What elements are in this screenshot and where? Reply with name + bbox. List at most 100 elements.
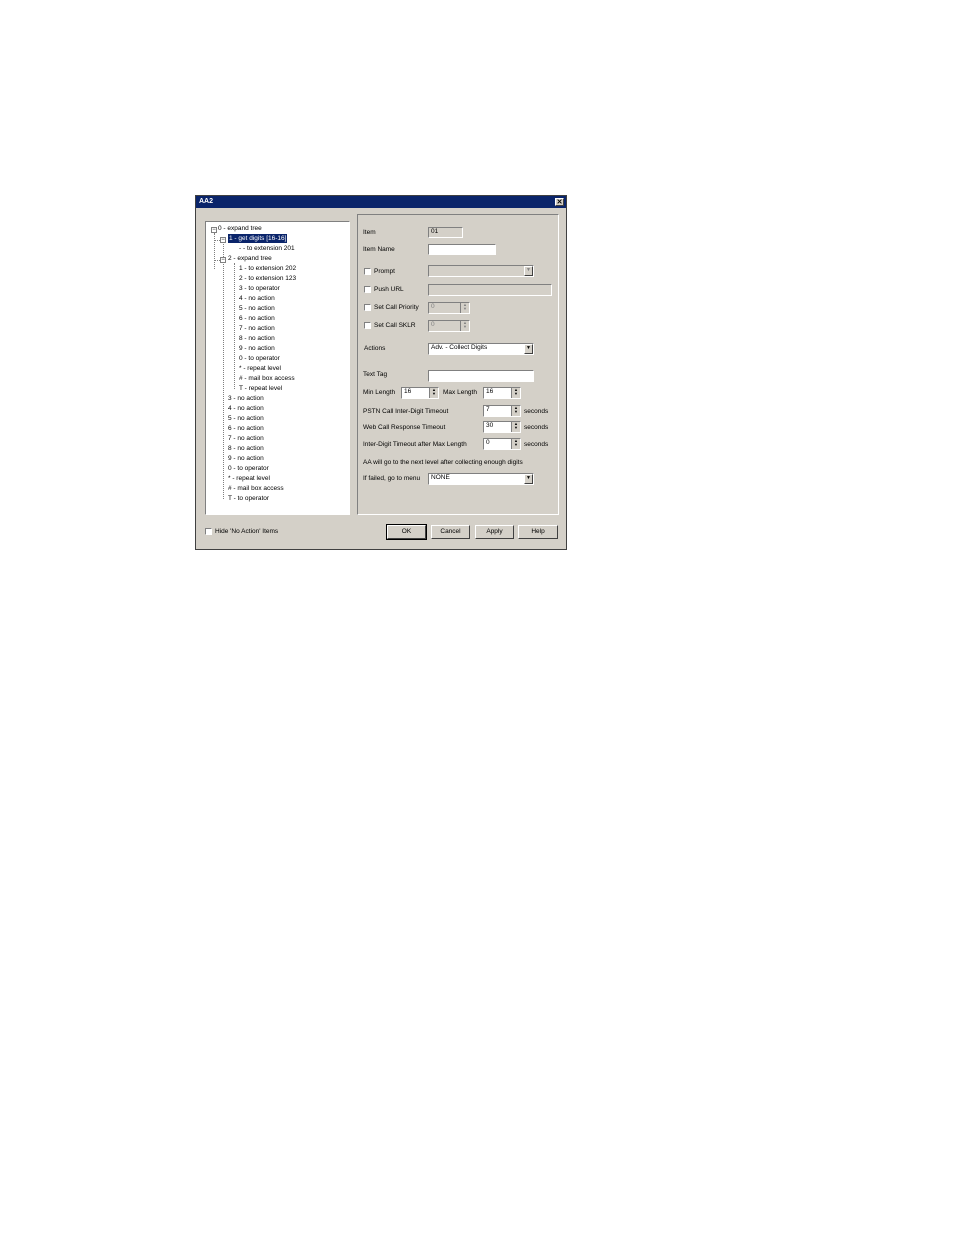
prompt-label: Prompt xyxy=(374,268,395,275)
pstn-timeout-stepper[interactable]: 7 ▲ ▼ xyxy=(483,405,521,417)
spin-arrows-icon[interactable]: ▲ ▼ xyxy=(511,388,520,398)
close-button[interactable]: ✕ xyxy=(555,198,564,206)
window-title: AA2 xyxy=(199,198,214,205)
tree-item-root[interactable]: 0 - expand tree xyxy=(218,224,262,233)
tree-connector xyxy=(234,263,235,389)
push-url-checkbox[interactable] xyxy=(364,286,371,293)
tree-item[interactable]: 4 - no action xyxy=(239,294,275,303)
spin-arrows-icon[interactable]: ▲ ▼ xyxy=(511,439,520,449)
tree-item[interactable]: 1 - to extension 202 xyxy=(239,264,296,273)
seconds-unit: seconds xyxy=(524,424,549,431)
spin-arrows-icon[interactable]: ▲ ▼ xyxy=(460,321,469,331)
if-failed-select[interactable]: NONE ▼ xyxy=(428,473,534,485)
stepper-value: 30 xyxy=(486,422,494,429)
hide-no-action-label: Hide 'No Action' Items xyxy=(215,528,279,535)
max-length-stepper[interactable]: 16 ▲ ▼ xyxy=(483,387,521,399)
tree-item[interactable]: 6 - no action xyxy=(239,314,275,323)
push-url-label: Push URL xyxy=(374,286,404,293)
collapse-icon[interactable]: − xyxy=(220,237,226,243)
actions-label: Actions xyxy=(364,345,386,352)
tree-item[interactable]: * - repeat level xyxy=(239,364,281,373)
if-failed-label: If failed, go to menu xyxy=(363,475,421,482)
stepper-value: 0 xyxy=(486,439,490,446)
stepper-value: 0 xyxy=(431,303,435,310)
set-call-sklr-stepper[interactable]: 0 ▲ ▼ xyxy=(428,320,470,332)
tree-item[interactable]: 9 - no action xyxy=(228,454,264,463)
tree-item[interactable]: 0 - to operator xyxy=(228,464,269,473)
min-length-label: Min Length xyxy=(363,389,396,396)
tree-item[interactable]: 8 - no action xyxy=(239,334,275,343)
tree-item-selected[interactable]: 1 - get digits [16-16] xyxy=(228,234,288,243)
text-tag-input[interactable] xyxy=(428,370,534,382)
help-button[interactable]: Help xyxy=(518,525,558,539)
set-call-sklr-checkbox[interactable] xyxy=(364,322,371,329)
set-call-priority-checkbox[interactable] xyxy=(364,304,371,311)
chevron-down-icon[interactable]: ▼ xyxy=(524,344,533,354)
tree-connector xyxy=(223,239,224,499)
title-bar[interactable]: AA2 ✕ xyxy=(196,196,566,208)
item-name-label: Item Name xyxy=(363,246,395,253)
interdigit-after-max-stepper[interactable]: 0 ▲ ▼ xyxy=(483,438,521,450)
spin-arrows-icon[interactable]: ▲ ▼ xyxy=(511,422,520,432)
stepper-value: 0 xyxy=(431,321,435,328)
tree-item[interactable]: 4 - no action xyxy=(228,404,264,413)
set-call-sklr-label: Set Call SKLR xyxy=(374,322,416,329)
tree-item[interactable]: 8 - no action xyxy=(228,444,264,453)
tree-item[interactable]: # - mail box access xyxy=(228,484,284,493)
tree-item[interactable]: 3 - to operator xyxy=(239,284,280,293)
tree-item[interactable]: T - to operator xyxy=(228,494,269,503)
tree-connector xyxy=(214,233,215,269)
cancel-button[interactable]: Cancel xyxy=(431,525,470,539)
aa2-dialog: AA2 ✕ − − − 0 - expand tree 1 - get digi… xyxy=(195,195,567,550)
spin-arrows-icon[interactable]: ▲ ▼ xyxy=(460,303,469,313)
tree-item[interactable]: T - repeat level xyxy=(239,384,282,393)
if-failed-selected-value: NONE xyxy=(431,474,450,481)
spin-arrows-icon[interactable]: ▲ ▼ xyxy=(511,406,520,416)
tree-item[interactable]: 0 - to operator xyxy=(239,354,280,363)
tree-item[interactable]: 3 - no action xyxy=(228,394,264,403)
chevron-down-icon: ▼ xyxy=(524,266,533,276)
tree-item[interactable]: 5 - no action xyxy=(228,414,264,423)
set-call-priority-stepper[interactable]: 0 ▲ ▼ xyxy=(428,302,470,314)
tree-item[interactable]: 2 - expand tree xyxy=(228,254,272,263)
item-number-field: 01 xyxy=(428,227,463,238)
stepper-value: 16 xyxy=(404,388,412,395)
tree-item[interactable]: 5 - no action xyxy=(239,304,275,313)
item-name-input[interactable] xyxy=(428,244,496,255)
push-url-input[interactable] xyxy=(428,284,552,296)
seconds-unit: seconds xyxy=(524,441,549,448)
menu-tree[interactable]: − − − 0 - expand tree 1 - get digits [16… xyxy=(205,221,350,515)
tree-item[interactable]: 6 - no action xyxy=(228,424,264,433)
collapse-icon[interactable]: − xyxy=(220,257,226,263)
prompt-select[interactable]: ▼ xyxy=(428,265,534,277)
hide-no-action-checkbox[interactable] xyxy=(205,528,212,535)
actions-select[interactable]: Adv. - Collect Digits ▼ xyxy=(428,343,534,355)
tree-item[interactable]: * - repeat level xyxy=(228,474,270,483)
chevron-down-icon[interactable]: ▼ xyxy=(524,474,533,484)
apply-button[interactable]: Apply xyxy=(475,525,514,539)
tree-item[interactable]: 9 - no action xyxy=(239,344,275,353)
info-text: AA will go to the next level after colle… xyxy=(363,459,523,466)
properties-panel: Item 01 Item Name Prompt ▼ Push URL Set … xyxy=(357,214,559,515)
ok-button[interactable]: OK xyxy=(386,524,427,540)
tree-item[interactable]: # - mail box access xyxy=(239,374,295,383)
actions-selected-value: Adv. - Collect Digits xyxy=(431,344,488,351)
prompt-checkbox[interactable] xyxy=(364,268,371,275)
interdigit-after-max-label: Inter-Digit Timeout after Max Length xyxy=(363,441,467,448)
max-length-label: Max Length xyxy=(443,389,477,396)
seconds-unit: seconds xyxy=(524,408,549,415)
stepper-value: 16 xyxy=(486,388,494,395)
tree-item[interactable]: 2 - to extension 123 xyxy=(239,274,296,283)
tree-item[interactable]: - - to extension 201 xyxy=(239,244,295,253)
set-call-priority-label: Set Call Priority xyxy=(374,304,419,311)
spin-arrows-icon[interactable]: ▲ ▼ xyxy=(429,388,438,398)
stepper-value: 7 xyxy=(486,406,490,413)
pstn-timeout-label: PSTN Call Inter-Digit Timeout xyxy=(363,408,449,415)
tree-item[interactable]: 7 - no action xyxy=(239,324,275,333)
tree-item[interactable]: 7 - no action xyxy=(228,434,264,443)
collapse-icon[interactable]: − xyxy=(211,227,217,233)
web-timeout-stepper[interactable]: 30 ▲ ▼ xyxy=(483,421,521,433)
min-length-stepper[interactable]: 16 ▲ ▼ xyxy=(401,387,439,399)
text-tag-label: Text Tag xyxy=(363,371,388,378)
web-timeout-label: Web Call Response Timeout xyxy=(363,424,446,431)
